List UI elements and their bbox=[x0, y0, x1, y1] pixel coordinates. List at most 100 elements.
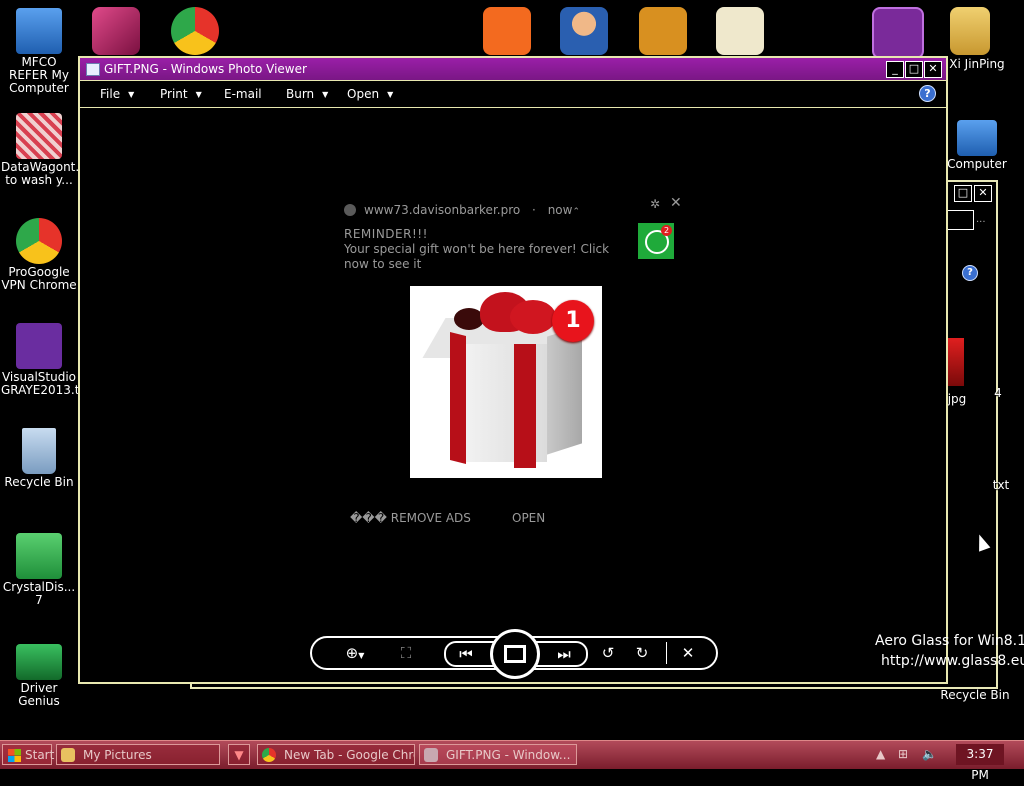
de-app-icon[interactable] bbox=[639, 7, 687, 55]
gift-badge: 1 bbox=[552, 300, 594, 342]
desktop-icon-my-computer[interactable]: MFCO REFER My Computer bbox=[1, 8, 77, 95]
more-icon[interactable]: ... bbox=[976, 214, 986, 225]
help-icon[interactable]: ? bbox=[962, 265, 978, 281]
help-icon[interactable]: ? bbox=[919, 85, 936, 102]
desktop-icon-label: DataWagont. to wash y... bbox=[1, 160, 80, 187]
taskbar-item-chrome[interactable]: New Tab - Google Chrome bbox=[257, 744, 415, 765]
maximize-button[interactable]: □ bbox=[954, 185, 972, 202]
volume-icon[interactable]: 🔈 bbox=[922, 744, 937, 765]
recycle-bin-icon bbox=[22, 428, 56, 474]
separator bbox=[666, 642, 667, 664]
start-button[interactable]: Start bbox=[2, 744, 54, 765]
chevron-down-icon: ▼ bbox=[322, 90, 329, 99]
chrome-icon bbox=[262, 748, 276, 762]
clock[interactable]: 3:37 PM bbox=[956, 744, 1004, 782]
remove-ads-link[interactable]: ��� REMOVE ADS bbox=[350, 511, 471, 525]
chrome-icon[interactable] bbox=[171, 7, 219, 55]
chevron-down-icon: ▼ bbox=[387, 90, 394, 99]
txt-label: txt bbox=[992, 478, 1010, 492]
menu-bar: File ▼ Print ▼ E-mail Burn ▼ Open ▼ ? bbox=[80, 81, 946, 108]
taskbar-download-icon[interactable]: ▼ bbox=[228, 744, 250, 765]
photo-viewer-window: GIFT.PNG - Windows Photo Viewer _ □ ✕ Fi… bbox=[78, 56, 948, 684]
desktop-icon-label: Driver Genius bbox=[18, 681, 60, 708]
datawagon-icon bbox=[16, 113, 62, 159]
taskbar-item-photo-viewer[interactable]: GIFT.PNG - Window... bbox=[419, 744, 577, 765]
zoom-icon[interactable]: ⊕▼ bbox=[338, 642, 372, 664]
previous-icon[interactable]: ⏮ bbox=[454, 643, 478, 665]
windows-logo-icon bbox=[8, 749, 21, 762]
menu-file[interactable]: File ▼ bbox=[100, 87, 134, 101]
desktop-icon-label: Computer bbox=[947, 157, 1007, 171]
whatsapp-icon: 2 bbox=[638, 223, 674, 259]
menu-open[interactable]: Open ▼ bbox=[347, 87, 393, 101]
taskbar-item-my-pictures[interactable]: My Pictures bbox=[56, 744, 220, 765]
desktop-icon-computer[interactable]: Computer bbox=[937, 120, 1017, 171]
notification-message: Your special gift won't be here forever!… bbox=[344, 242, 610, 271]
photo-viewer-icon bbox=[424, 748, 438, 762]
desktop-icon-label: VisualStudio GRAYE2013.txt bbox=[1, 370, 92, 397]
show-hidden-icons[interactable]: ▲ bbox=[876, 744, 885, 765]
desktop-icon-label: Recycle Bin bbox=[4, 475, 74, 489]
crystaldisk-icon bbox=[16, 533, 62, 579]
menu-burn[interactable]: Burn ▼ bbox=[286, 87, 328, 101]
desktop-label-recycle-bin[interactable]: Recycle Bin bbox=[937, 689, 1013, 702]
window-title: GIFT.PNG - Windows Photo Viewer bbox=[104, 62, 307, 76]
cpu-z-icon[interactable] bbox=[872, 7, 924, 59]
chrome-icon bbox=[16, 218, 62, 264]
title-bar[interactable]: GIFT.PNG - Windows Photo Viewer _ □ ✕ bbox=[80, 58, 946, 81]
close-button[interactable]: ✕ bbox=[924, 61, 942, 78]
doctor-icon[interactable] bbox=[560, 7, 608, 55]
next-icon[interactable]: ⏭ bbox=[552, 643, 576, 665]
pink-app-icon[interactable] bbox=[92, 7, 140, 55]
watermark-line1: Aero Glass for Win8.1 bbox=[875, 633, 1024, 649]
notification-source: www73.davisonbarker.pro · now⌃ bbox=[344, 203, 580, 217]
desktop-icon-label: MFCO REFER My Computer bbox=[8, 55, 69, 95]
driver-genius-icon bbox=[16, 644, 62, 680]
visual-studio-icon bbox=[16, 323, 62, 369]
gift-image: 1 bbox=[410, 286, 602, 478]
notification-time: now bbox=[547, 203, 573, 217]
hxd-icon[interactable] bbox=[716, 7, 764, 55]
rotate-left-icon[interactable]: ↺ bbox=[596, 642, 620, 664]
watermark-line2: http://www.glass8.eu bbox=[881, 653, 1024, 669]
chevron-down-icon: ▼ bbox=[128, 90, 135, 99]
desktop-label-xi-jinping[interactable]: Xi JinPing bbox=[937, 58, 1017, 71]
avast-icon[interactable] bbox=[483, 7, 531, 55]
notification-badge: 2 bbox=[661, 225, 672, 236]
minimize-button[interactable]: _ bbox=[886, 61, 904, 78]
maximize-button[interactable]: □ bbox=[905, 61, 923, 78]
desktop-icon-crystaldisk[interactable]: CrystalDis... 7 bbox=[1, 533, 77, 607]
aero-glass-watermark: Aero Glass for Win8.1 http://www.glass8.… bbox=[875, 631, 1024, 671]
computer-icon bbox=[16, 8, 62, 54]
close-icon[interactable]: ✕ bbox=[670, 195, 682, 211]
gear-icon[interactable]: ✲ bbox=[650, 197, 660, 211]
viewer-controls: ⊕▼ ⛶ ⏮ ⏭ ↺ ↻ ✕ bbox=[310, 629, 718, 679]
address-input[interactable] bbox=[946, 210, 974, 230]
close-button[interactable]: ✕ bbox=[974, 185, 992, 202]
network-icon[interactable]: ⊞ bbox=[898, 744, 908, 765]
desktop-icon-visual-studio[interactable]: VisualStudio GRAYE2013.txt bbox=[1, 323, 92, 397]
actual-size-icon[interactable]: ⛶ bbox=[394, 642, 418, 664]
desktop-icon-driver-genius[interactable]: Driver Genius bbox=[1, 638, 77, 708]
notification-title: REMINDER!!! bbox=[344, 227, 428, 241]
slideshow-button[interactable] bbox=[490, 629, 540, 679]
rotate-right-icon[interactable]: ↻ bbox=[630, 642, 654, 664]
computer-icon bbox=[957, 120, 997, 156]
delete-icon[interactable]: ✕ bbox=[676, 642, 700, 664]
chrome-icon bbox=[344, 204, 356, 216]
menu-email[interactable]: E-mail bbox=[224, 87, 262, 101]
photo-viewer-icon bbox=[86, 63, 100, 76]
desktop-icon-label: ProGoogle VPN Chrome bbox=[1, 265, 77, 292]
chevron-down-icon: ▼ bbox=[195, 90, 202, 99]
jpg-thumbnail[interactable] bbox=[946, 338, 964, 386]
taskbar: Start My Pictures ▼ New Tab - Google Chr… bbox=[0, 740, 1024, 782]
desktop-icon-datawagon[interactable]: DataWagont. to wash y... bbox=[1, 113, 80, 187]
desktop-icon-google-chrome[interactable]: ProGoogle VPN Chrome bbox=[1, 218, 77, 292]
folder-icon bbox=[61, 748, 75, 762]
desktop-icon-label: CrystalDis... 7 bbox=[2, 580, 76, 607]
open-link[interactable]: OPEN bbox=[512, 511, 545, 525]
four-label: 4 bbox=[994, 386, 1002, 400]
user-folder-icon[interactable] bbox=[950, 7, 990, 55]
desktop-icon-recycle-bin[interactable]: Recycle Bin bbox=[1, 428, 77, 489]
menu-print[interactable]: Print ▼ bbox=[160, 87, 202, 101]
